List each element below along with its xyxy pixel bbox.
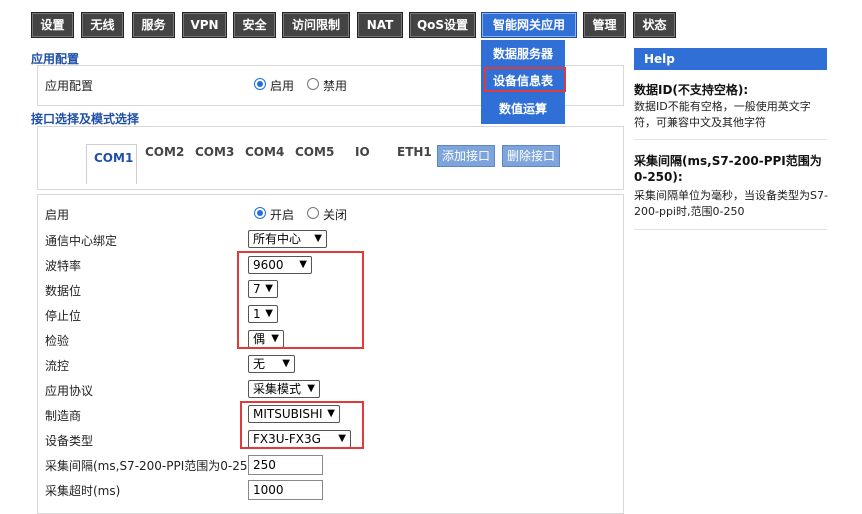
port-enable-off-radio[interactable]: [307, 207, 319, 219]
nav-nat[interactable]: NAT: [357, 12, 403, 38]
baud-label: 波特率: [45, 259, 82, 273]
tab-com5[interactable]: COM5: [295, 145, 334, 159]
port-enable-radio[interactable]: [254, 207, 266, 219]
menu-item-data-server[interactable]: 数据服务器: [481, 41, 565, 67]
serial-params-highlight: [237, 251, 364, 349]
port-enable-off-label: 关闭: [323, 208, 348, 222]
app-enable-radio[interactable]: [254, 78, 266, 90]
help-item-text: 数据ID不能有空格，一般使用英文字符，可兼容中文及其他字符: [634, 100, 811, 129]
interval-input[interactable]: 250: [248, 455, 323, 475]
flow-select[interactable]: 无 ▼: [248, 355, 295, 373]
nav-settings[interactable]: 设置: [31, 12, 74, 38]
protocol-label: 应用协议: [45, 384, 94, 398]
top-nav: 设置 无线 服务 VPN 安全 访问限制 NAT QoS设置 智能网关应用 管理…: [0, 0, 862, 42]
help-item-title: 数据ID(不支持空格):: [634, 83, 749, 97]
tab-com4[interactable]: COM4: [245, 145, 284, 159]
help-divider: [634, 139, 827, 140]
binding-value: 所有中心: [253, 232, 302, 246]
device-table-highlight: [484, 67, 566, 92]
nav-wireless[interactable]: 无线: [81, 12, 124, 38]
nav-access-control[interactable]: 访问限制: [282, 12, 350, 38]
help-item-text: 采集间隔单位为毫秒，当设备类型为S7-200-ppi时,范围0-250: [634, 189, 828, 218]
add-interface-button[interactable]: 添加接口: [437, 145, 495, 167]
form-enable-label: 启用: [45, 208, 70, 222]
nav-status[interactable]: 状态: [633, 12, 676, 38]
section-title-ports: 接口选择及模式选择: [31, 112, 140, 126]
nav-services[interactable]: 服务: [132, 12, 175, 38]
flow-value: 无: [253, 357, 266, 371]
devtype-label: 设备类型: [45, 434, 94, 448]
timeout-label: 采集超时(ms): [45, 484, 121, 498]
chevron-down-icon: ▼: [282, 358, 290, 369]
protocol-value: 采集模式: [253, 382, 302, 396]
tab-io[interactable]: IO: [355, 145, 370, 159]
parity-label: 检验: [45, 334, 70, 348]
nav-management[interactable]: 管理: [583, 12, 626, 38]
protocol-select[interactable]: 采集模式 ▼: [248, 380, 320, 398]
flow-label: 流控: [45, 359, 70, 373]
maker-label: 制造商: [45, 409, 82, 423]
app-disable-label: 禁用: [323, 79, 348, 93]
delete-interface-button[interactable]: 删除接口: [502, 145, 560, 167]
device-highlight: [240, 401, 364, 449]
app-disable-radio[interactable]: [307, 78, 319, 90]
nav-security[interactable]: 安全: [233, 12, 276, 38]
help-header: Help: [634, 48, 827, 70]
app-config-label: 应用配置: [45, 79, 94, 93]
timeout-input[interactable]: 1000: [248, 480, 323, 500]
tab-com3[interactable]: COM3: [195, 145, 234, 159]
binding-label: 通信中心绑定: [45, 234, 118, 248]
tab-com2[interactable]: COM2: [145, 145, 184, 159]
chevron-down-icon: ▼: [307, 383, 315, 394]
tab-com1[interactable]: COM1: [94, 151, 133, 165]
stopbits-label: 停止位: [45, 309, 82, 323]
databits-label: 数据位: [45, 284, 82, 298]
help-divider: [634, 229, 827, 230]
nav-qos[interactable]: QoS设置: [409, 12, 476, 38]
nav-smart-gateway[interactable]: 智能网关应用: [481, 12, 577, 38]
menu-item-value-calc[interactable]: 数值运算: [481, 96, 565, 122]
help-item-title: 采集间隔(ms,S7-200-PPI范围为0-250):: [634, 154, 822, 184]
app-enable-label: 启用: [270, 79, 295, 93]
binding-select[interactable]: 所有中心 ▼: [248, 230, 327, 248]
chevron-down-icon: ▼: [314, 233, 322, 244]
port-enable-on-label: 开启: [270, 208, 295, 222]
interval-label: 采集间隔(ms,S7-200-PPI范围为0-250): [45, 459, 260, 473]
nav-vpn[interactable]: VPN: [182, 12, 227, 38]
tab-eth1[interactable]: ETH1: [397, 145, 432, 159]
